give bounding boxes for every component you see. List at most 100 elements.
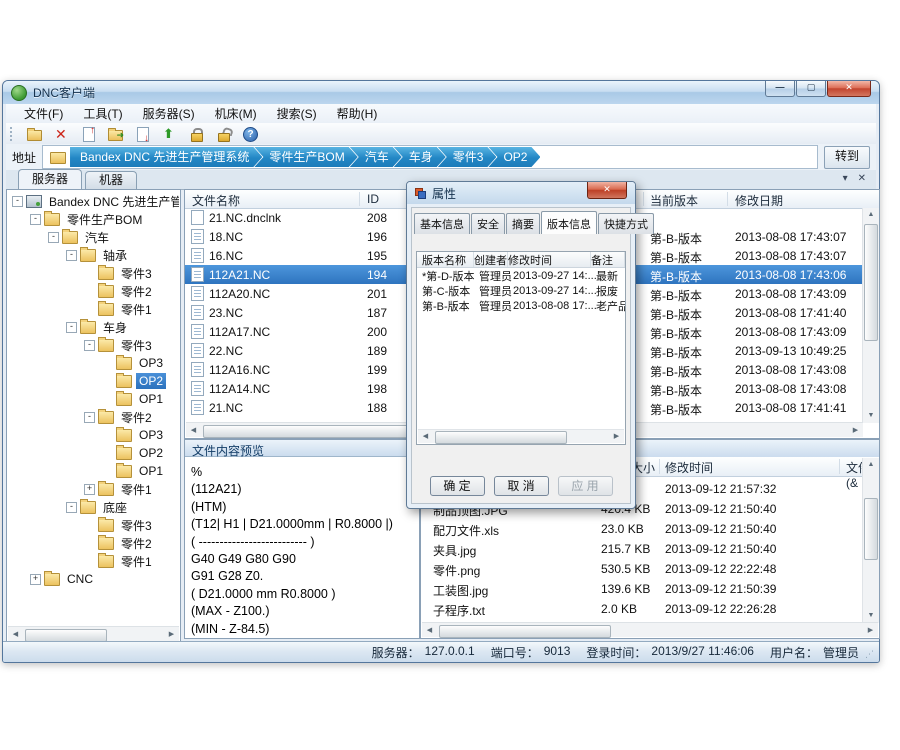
tree-hscrollbar[interactable]: ◀ ▶ [8,626,179,641]
breadcrumb-item[interactable]: 零件生产BOM [254,147,357,167]
scroll-down-icon[interactable]: ▼ [864,609,878,623]
menu-item[interactable]: 帮助(H) [327,103,388,124]
column-modify-time[interactable]: 修改时间 [665,459,713,476]
dialog-tab[interactable]: 快捷方式 [598,213,654,234]
scroll-up-icon[interactable]: ▲ [864,458,878,472]
scroll-left-icon[interactable]: ◀ [8,628,23,641]
tree-expander-icon[interactable]: - [30,214,41,225]
delete-icon[interactable] [53,126,70,142]
tree-node[interactable]: - 车身 [8,318,179,336]
tree-expander-icon[interactable]: - [12,196,23,207]
upload-icon[interactable] [161,126,178,142]
column-id[interactable]: ID [367,192,379,206]
column-file-name[interactable]: 文件名称 [192,192,240,209]
attachment-row[interactable]: 工装图.jpg 139.6 KB 2013-09-12 21:50:39 [421,579,863,599]
column-creator[interactable]: 创建者 [474,252,508,267]
breadcrumb-item[interactable]: 零件3 [438,147,497,167]
tree-node[interactable]: OP1 [8,390,179,408]
dialog-tab[interactable]: 摘要 [506,213,540,234]
tabstrip-close-icon[interactable]: ✕ [858,173,866,184]
column-modify-date[interactable]: 修改日期 [735,192,783,209]
lock-icon[interactable] [188,126,205,142]
column-current-version[interactable]: 当前版本 [650,192,698,209]
tree-node[interactable]: + CNC [8,570,179,588]
tree-node[interactable]: 零件1 [8,552,179,570]
view-tab[interactable]: 机器 [85,171,137,189]
attachments-hscrollbar[interactable]: ◀ ▶ [422,622,878,637]
dialog-button[interactable]: 取 消 [494,476,549,496]
help-icon[interactable] [242,126,259,142]
tree-node[interactable]: - 零件3 [8,336,179,354]
attachment-row[interactable]: 零件.png 530.5 KB 2013-09-12 22:22:48 [421,559,863,579]
tree-node[interactable]: - 零件生产BOM [8,210,179,228]
attachment-row[interactable]: 配刀文件.xls 23.0 KB 2013-09-12 21:50:40 [421,519,863,539]
tabstrip-dropdown-icon[interactable]: ▾ [843,173,848,184]
tree-expander-icon[interactable]: - [84,340,95,351]
tree-expander-icon[interactable]: - [48,232,59,243]
tree-expander-icon[interactable]: - [66,502,77,513]
view-tab[interactable]: 服务器 [18,169,82,189]
scroll-down-icon[interactable]: ▼ [864,409,878,423]
scroll-left-icon[interactable]: ◀ [186,424,201,437]
tree-node[interactable]: OP2 [8,372,179,390]
tree-node[interactable]: 零件3 [8,516,179,534]
dialog-tab[interactable]: 安全 [471,213,505,234]
column-modify-time[interactable]: 修改时间 [508,252,591,267]
tree-node[interactable]: + 零件1 [8,480,179,498]
scroll-right-icon[interactable]: ▶ [863,624,878,637]
menu-item[interactable]: 服务器(S) [133,103,205,124]
scroll-left-icon[interactable]: ◀ [422,624,437,637]
scroll-right-icon[interactable]: ▶ [848,424,863,437]
new-folder-icon[interactable] [26,126,43,142]
menu-item[interactable]: 搜索(S) [267,103,327,124]
resize-grip-icon[interactable] [865,649,875,659]
scroll-right-icon[interactable]: ▶ [164,628,179,641]
tree-node[interactable]: OP3 [8,354,179,372]
tree-node[interactable]: - 汽车 [8,228,179,246]
tree-expander-icon[interactable]: + [30,574,41,585]
tree-node[interactable]: OP2 [8,444,179,462]
tree-expander-icon[interactable]: + [84,484,95,495]
menu-item[interactable]: 机床(M) [205,103,267,124]
dialog-tab[interactable]: 版本信息 [541,211,597,234]
close-button[interactable] [827,81,871,97]
tree-node[interactable]: OP3 [8,426,179,444]
toolbar-grip[interactable] [10,127,14,141]
dialog-button[interactable]: 确 定 [430,476,485,496]
version-row[interactable]: *第-D-版本 管理员 2013-09-27 14:... 最新 [417,268,625,283]
version-row[interactable]: 第-C-版本 管理员 2013-09-27 14:... 报废 [417,283,625,298]
go-button[interactable]: 转到 [824,146,870,169]
tree-node[interactable]: OP1 [8,462,179,480]
tree-node[interactable]: - 底座 [8,498,179,516]
scroll-left-icon[interactable]: ◀ [418,430,433,443]
tree-expander-icon[interactable]: - [66,322,77,333]
attachments-vscrollbar[interactable]: ▲ ▼ [862,458,879,623]
menu-item[interactable]: 工具(T) [73,103,132,124]
dialog-tab[interactable]: 基本信息 [414,213,470,234]
attachment-row[interactable]: 子程序.txt 2.0 KB 2013-09-12 22:26:28 [421,599,863,619]
menu-item[interactable]: 文件(F) [14,103,73,124]
minimize-button[interactable] [765,81,795,97]
scroll-up-icon[interactable]: ▲ [864,208,878,222]
version-row[interactable]: 第-B-版本 管理员 2013-08-08 17:... 老产品程序 [417,298,625,313]
address-field[interactable]: Bandex DNC 先进生产管理系统 零件生产BOM 汽车 车身 零件3 OP… [42,145,818,169]
tree-node[interactable]: - Bandex DNC 先进生产管理系统 [8,192,179,210]
tree-node[interactable]: - 轴承 [8,246,179,264]
checkout-file-icon[interactable] [134,126,151,142]
column-version-name[interactable]: 版本名称 [417,252,474,267]
maximize-button[interactable] [796,81,826,97]
version-table-hscrollbar[interactable]: ◀ ▶ [418,429,624,443]
scroll-right-icon[interactable]: ▶ [609,430,624,443]
tree-expander-icon[interactable]: - [66,250,77,261]
tree-node[interactable]: 零件3 [8,264,179,282]
file-list-vscrollbar[interactable]: ▲ ▼ [862,208,879,423]
dialog-button[interactable]: 应 用 [558,476,613,496]
tree-node[interactable]: 零件2 [8,534,179,552]
breadcrumb-item[interactable]: Bandex DNC 先进生产管理系统 [70,147,262,167]
unlock-icon[interactable] [215,126,232,142]
tree-node[interactable]: - 零件2 [8,408,179,426]
tree-node[interactable]: 零件2 [8,282,179,300]
attachment-row[interactable]: 夹具.jpg 215.7 KB 2013-09-12 21:50:40 [421,539,863,559]
column-note[interactable]: 备注 [591,252,625,267]
tree-node[interactable]: 零件1 [8,300,179,318]
